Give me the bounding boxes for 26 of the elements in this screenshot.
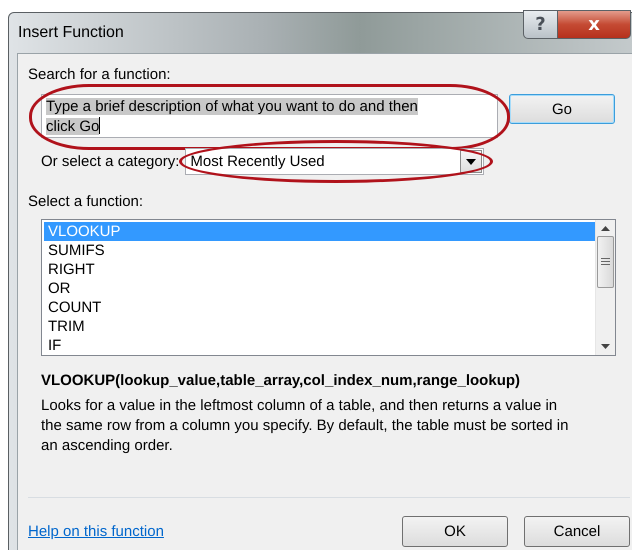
function-item[interactable]: OR — [44, 279, 595, 298]
function-item[interactable]: COUNT — [44, 298, 595, 317]
category-label: Or select a category: — [41, 153, 180, 170]
search-field[interactable]: Type a brief description of what you want to do and then click Go — [41, 94, 498, 138]
help-button[interactable]: ? — [523, 10, 558, 39]
function-list[interactable]: VLOOKUP SUMIFS RIGHT OR COUNT TRIM IF — [41, 219, 616, 356]
search-label: Search for a function: — [28, 66, 171, 83]
scroll-up-icon[interactable] — [601, 226, 610, 231]
function-item[interactable]: TRIM — [44, 317, 595, 336]
category-dropdown[interactable]: Most Recently Used — [185, 148, 484, 175]
window-title: Insert Function — [18, 24, 124, 42]
scroll-thumb[interactable] — [597, 236, 614, 288]
function-description: Looks for a value in the leftmost column of a table, and then returns a value in the same row from a column you specify. By default, the table must be sorted in an ascending order. — [41, 396, 570, 456]
function-item[interactable]: RIGHT — [44, 260, 595, 279]
cancel-button[interactable]: Cancel — [524, 516, 630, 547]
function-item[interactable]: SUMIFS — [44, 241, 595, 260]
function-item[interactable]: IF — [44, 336, 595, 355]
ok-button[interactable]: OK — [402, 516, 508, 547]
function-list-label: Select a function: — [28, 193, 144, 210]
help-link[interactable]: Help on this function — [28, 523, 164, 540]
scrollbar[interactable] — [595, 220, 615, 355]
function-signature: VLOOKUP(lookup_value,table_array,col_index_num,range_lookup) — [41, 372, 522, 389]
close-button[interactable]: x — [558, 10, 631, 39]
scroll-down-icon[interactable] — [601, 344, 610, 349]
dropdown-arrow-icon — [466, 158, 476, 164]
go-button[interactable]: Go — [509, 94, 615, 124]
